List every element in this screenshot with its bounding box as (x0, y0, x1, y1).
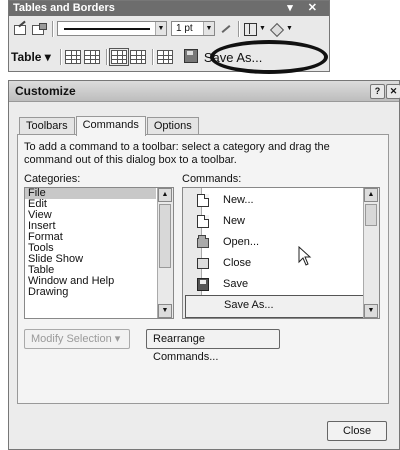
command-label: New... (223, 194, 254, 206)
scroll-up-icon[interactable]: ▲ (364, 188, 378, 202)
commands-scrollbar[interactable]: ▲ ▼ (363, 188, 379, 318)
command-label: Save As... (224, 299, 274, 311)
new-document-icon (197, 194, 209, 207)
line-weight-value: 1 pt (176, 23, 193, 34)
align-center-icon[interactable] (129, 49, 146, 64)
outside-border-icon[interactable] (243, 22, 257, 36)
command-item-save-as[interactable]: Save As... (185, 295, 379, 318)
chevron-down-icon[interactable]: ▼ (286, 25, 293, 32)
help-button[interactable]: ? (370, 84, 385, 99)
separator (105, 48, 108, 65)
save-as-toolbar-button[interactable]: Save As... (183, 48, 263, 65)
commands-label: Commands: (182, 173, 242, 185)
modify-selection-button[interactable]: Modify Selection ▾ (24, 329, 130, 349)
command-label: Close (223, 257, 252, 269)
open-folder-icon (197, 235, 209, 248)
chevron-down-icon[interactable]: ▼ (203, 22, 214, 35)
instructions-text: To add a command to a toolbar: select a … (24, 141, 330, 166)
line-style-preview (64, 28, 150, 30)
categories-listbox[interactable]: File Edit View Insert Format Tools Slide… (24, 187, 174, 319)
separator (52, 20, 54, 37)
tab-strip: Toolbars Commands Options (19, 116, 200, 136)
merge-cells-icon[interactable] (83, 49, 100, 64)
chevron-down-icon[interactable]: ▼ (259, 25, 266, 32)
toolbar-title: Tables and Borders (13, 2, 115, 14)
commands-tab-panel: To add a command to a toolbar: select a … (17, 134, 389, 404)
close-document-icon (197, 258, 209, 269)
table-menu-button[interactable]: Table ▾ (11, 50, 51, 64)
save-disk-icon (183, 48, 198, 63)
table-menu-label: Table (11, 49, 42, 64)
tab-toolbars[interactable]: Toolbars (19, 117, 75, 135)
border-color-icon[interactable] (219, 22, 233, 36)
tab-commands[interactable]: Commands (75, 116, 146, 136)
separator (151, 48, 154, 65)
tab-options[interactable]: Options (146, 117, 199, 135)
commands-listbox[interactable]: New... New Open... Close Save Save As...… (182, 187, 380, 319)
categories-label: Categories: (24, 173, 81, 185)
dialog-title: Customize (15, 84, 76, 98)
insert-table-icon[interactable] (64, 49, 81, 64)
scroll-thumb[interactable] (159, 204, 171, 268)
scroll-down-icon[interactable]: ▼ (158, 304, 172, 318)
rearrange-commands-button[interactable]: Rearrange Commands... (146, 329, 280, 363)
distribute-rows-icon[interactable] (156, 49, 173, 64)
dialog-title-bar[interactable]: Customize ? ✕ (9, 81, 400, 102)
save-disk-icon (197, 278, 209, 291)
align-top-icon[interactable] (108, 47, 129, 66)
command-label: New (223, 215, 246, 227)
modify-selection-label: Modify Selection (31, 333, 112, 345)
command-item-save[interactable]: Save (189, 274, 373, 295)
line-style-dropdown[interactable]: ▼ (57, 21, 167, 36)
command-label: Open... (223, 236, 260, 248)
command-item-new[interactable]: New (189, 211, 373, 232)
chevron-down-icon: ▾ (44, 49, 51, 64)
close-icon[interactable]: ✕ (386, 84, 400, 99)
command-item-close[interactable]: Close (189, 253, 373, 274)
customize-dialog: Customize ? ✕ Toolbars Commands Options … (8, 80, 400, 450)
category-item-drawing[interactable]: Drawing (25, 287, 156, 298)
command-item-open[interactable]: Open... (189, 232, 373, 253)
close-button[interactable]: Close (327, 421, 387, 441)
separator (59, 48, 62, 65)
chevron-down-icon[interactable]: ▼ (155, 22, 166, 35)
command-label: Save (223, 278, 249, 290)
scroll-down-icon[interactable]: ▼ (364, 304, 378, 318)
fill-color-icon[interactable] (270, 22, 284, 36)
toolbar-title-bar[interactable]: Tables and Borders ▾ ✕ (9, 1, 329, 16)
new-document-icon (197, 215, 209, 228)
commands-items: New... New Open... Close Save Save As... (185, 190, 379, 318)
chevron-down-icon: ▾ (114, 333, 121, 345)
draw-table-icon[interactable] (11, 21, 28, 37)
line-weight-dropdown[interactable]: 1 pt ▼ (171, 21, 215, 36)
scroll-up-icon[interactable]: ▲ (158, 188, 172, 202)
toolbar-row-1: ▼ 1 pt ▼ ▼ ▼ (11, 18, 327, 39)
command-item-new-dialog[interactable]: New... (189, 190, 373, 211)
scroll-thumb[interactable] (365, 204, 377, 226)
eraser-icon[interactable] (30, 21, 47, 37)
toolbar-title-controls[interactable]: ▾ ✕ (287, 1, 323, 16)
categories-scrollbar[interactable]: ▲ ▼ (157, 188, 173, 318)
save-as-label: Save As... (203, 49, 263, 65)
separator (238, 20, 240, 37)
